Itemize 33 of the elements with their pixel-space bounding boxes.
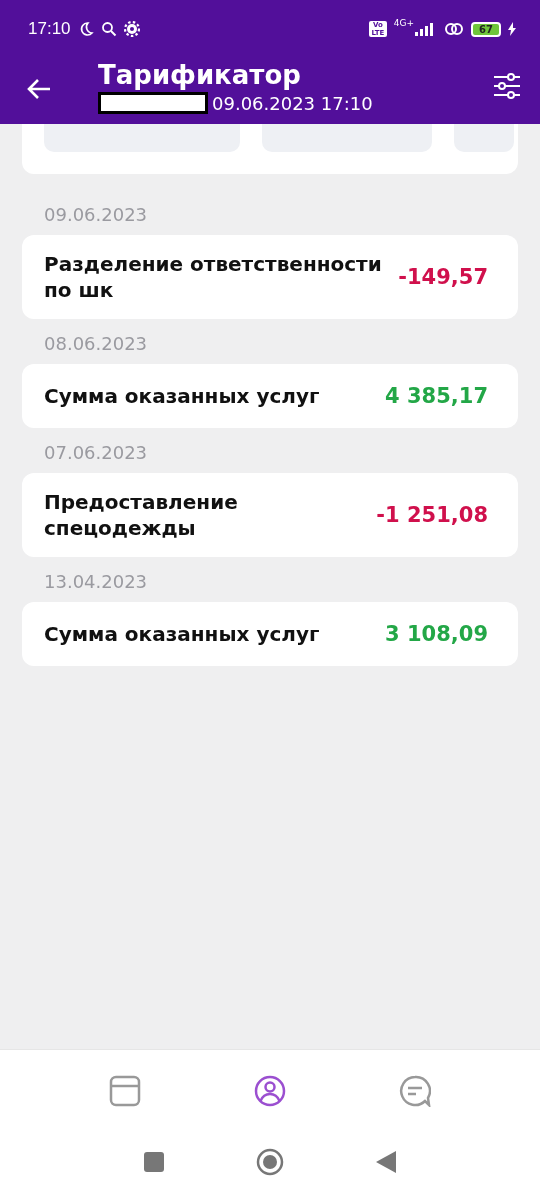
status-time: 17:10 — [28, 19, 71, 39]
date-heading: 13.04.2023 — [44, 571, 149, 592]
transaction-amount: 4 385,17 — [385, 384, 488, 408]
filter-sliders-icon[interactable] — [492, 72, 522, 100]
date-heading: 09.06.2023 — [44, 204, 149, 225]
page-subtitle: 09.06.2023 17:10 — [212, 92, 373, 114]
page-title: Тарификатор — [98, 60, 302, 90]
chat-tab-icon[interactable] — [399, 1075, 432, 1107]
transaction-card[interactable]: Сумма оказанных услуг 3 108,09 — [22, 602, 518, 666]
date-heading: 07.06.2023 — [44, 442, 149, 463]
transaction-card[interactable]: Предоставление спецодежды -1 251,08 — [22, 473, 518, 557]
profile-tab-icon[interactable] — [254, 1075, 286, 1107]
transaction-name: Разделение ответственности по шк — [44, 251, 383, 303]
transaction-amount: 3 108,09 — [385, 622, 488, 646]
battery-indicator: 67 — [471, 21, 501, 37]
date-heading: 08.06.2023 — [44, 333, 149, 354]
transaction-card[interactable]: Сумма оказанных услуг 4 385,17 — [22, 364, 518, 428]
transaction-amount: -149,57 — [398, 265, 488, 289]
transaction-name: Сумма оказанных услуг — [44, 383, 321, 409]
transaction-amount: -1 251,08 — [376, 503, 488, 527]
charging-icon — [508, 22, 516, 36]
back-arrow-icon[interactable] — [26, 78, 52, 100]
recents-button-icon[interactable] — [144, 1152, 164, 1172]
transaction-name: Предоставление спецодежды — [44, 489, 239, 541]
search-icon — [100, 21, 117, 37]
link-icon — [444, 21, 465, 37]
home-button-icon[interactable] — [256, 1148, 284, 1176]
back-button-icon[interactable] — [376, 1151, 396, 1173]
network-label: 4G+ — [393, 18, 415, 28]
card-tab-icon[interactable] — [108, 1075, 141, 1107]
transaction-card[interactable]: Разделение ответственности по шк -149,57 — [22, 235, 518, 319]
settings-icon — [123, 21, 140, 37]
transaction-name: Сумма оказанных услуг — [44, 621, 321, 647]
